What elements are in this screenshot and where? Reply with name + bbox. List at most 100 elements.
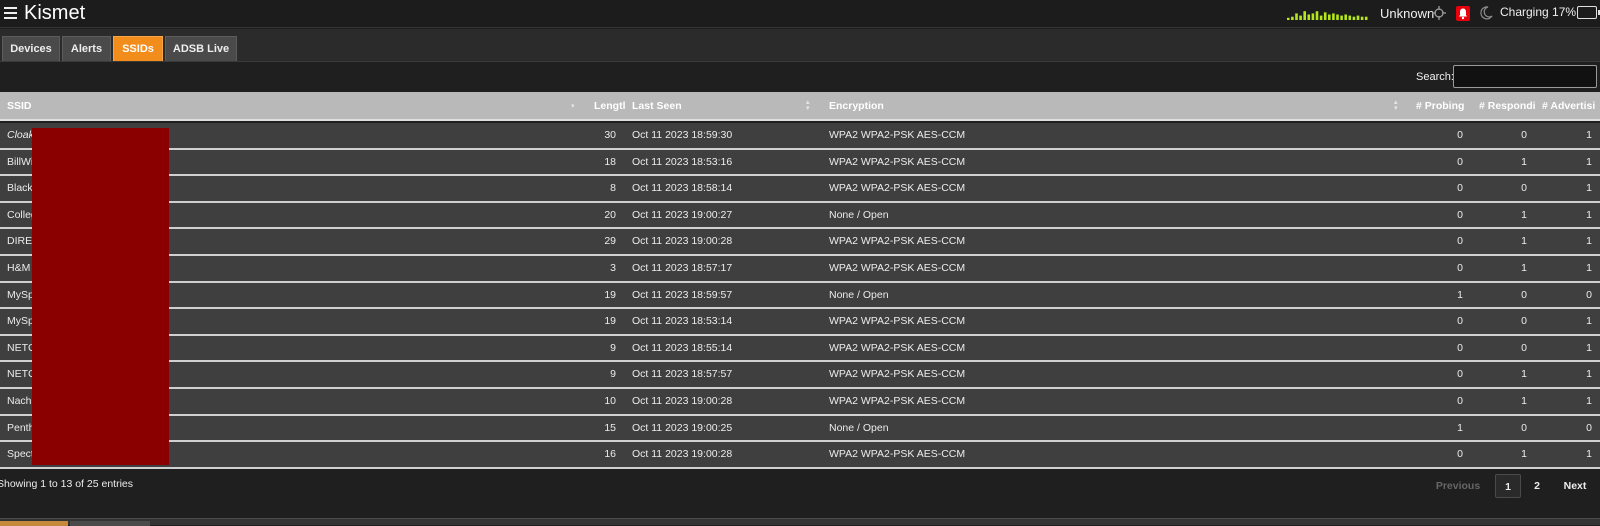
advertising-count-cell: 1 <box>1586 341 1592 354</box>
hamburger-menu-icon[interactable] <box>4 7 17 19</box>
responding-count-cell: 1 <box>1521 394 1527 407</box>
tab-alerts[interactable]: Alerts <box>62 36 111 61</box>
length-cell: 3 <box>610 261 616 274</box>
advertising-count-cell: 1 <box>1586 235 1592 248</box>
probing-count-cell: 1 <box>1457 288 1463 301</box>
column-header-encryption[interactable]: Encryption <box>829 92 1349 121</box>
table-row[interactable]: Black 8 Oct 11 2023 18:58:14 WPA2 WPA2-PSK … <box>0 176 1600 203</box>
probing-count-cell: 0 <box>1457 182 1463 195</box>
signal-activity-graph <box>1287 11 1368 20</box>
signal-bar <box>1307 14 1311 20</box>
encryption-cell: WPA2 WPA2-PSK AES-CCM <box>829 448 966 461</box>
pagination-page-1[interactable]: 1 <box>1495 474 1521 498</box>
pagination-next[interactable]: Next <box>1556 474 1594 498</box>
advertising-count-cell: 0 <box>1586 421 1592 434</box>
table-row[interactable]: H&M 3 Oct 11 2023 18:57:17 WPA2 WPA2-PSK AE… <box>0 255 1600 283</box>
signal-bar <box>1319 15 1323 20</box>
length-cell: 29 <box>604 235 616 248</box>
responding-count-cell: 1 <box>1521 235 1527 248</box>
tab-adsb-live[interactable]: ADSB Live <box>165 36 237 61</box>
signal-bar <box>1299 15 1302 20</box>
responding-count-cell: 1 <box>1521 448 1527 461</box>
last-seen-cell: Oct 11 2023 18:59:57 <box>632 288 733 301</box>
tab-devices[interactable]: Devices <box>2 36 60 61</box>
column-header-advertising[interactable]: # Advertisi <box>1542 92 1600 121</box>
table-row[interactable]: MySp 19 Oct 11 2023 18:59:57 None / Open 1 0 0 <box>0 282 1600 310</box>
signal-bar <box>1332 13 1335 20</box>
length-cell: 16 <box>604 448 616 461</box>
bell-icon[interactable] <box>1456 6 1470 21</box>
sort-both-icon[interactable]: ▴ ▾ <box>806 99 810 112</box>
column-header-probing[interactable]: # Probing <box>1416 92 1466 121</box>
length-cell: 30 <box>604 129 616 141</box>
table-row[interactable]: Spect 16 Oct 11 2023 19:00:28 WPA2 WPA2-PSK… <box>0 442 1600 469</box>
bottom-tab-active[interactable] <box>0 521 68 526</box>
pagination-page-2[interactable]: 2 <box>1524 474 1550 498</box>
signal-bar <box>1352 16 1356 20</box>
ssid-cell: MySp <box>7 288 33 301</box>
ssid-cell: H&M <box>7 261 31 274</box>
advertising-count-cell: 1 <box>1586 448 1592 461</box>
table-row[interactable]: Nach 10 Oct 11 2023 19:00:28 WPA2 WPA2-PSK … <box>0 388 1600 416</box>
table-row[interactable]: MySp 19 Oct 11 2023 18:53:14 WPA2 WPA2-PSK … <box>0 309 1600 336</box>
signal-bar <box>1340 15 1343 20</box>
bottom-panel-tabs <box>0 518 1600 526</box>
ssid-cell: Black <box>7 182 33 195</box>
last-seen-cell: Oct 11 2023 18:57:57 <box>632 368 733 381</box>
probing-count-cell: 0 <box>1457 368 1463 381</box>
responding-count-cell: 1 <box>1521 155 1527 168</box>
search-input[interactable] <box>1453 65 1597 88</box>
encryption-cell: WPA2 WPA2-PSK AES-CCM <box>829 315 966 328</box>
moon-icon[interactable] <box>1478 5 1494 21</box>
responding-count-cell: 0 <box>1521 288 1527 301</box>
table-row[interactable]: NETG 9 Oct 11 2023 18:55:14 WPA2 WPA2-PSK A… <box>0 335 1600 363</box>
column-header-ssid[interactable]: SSID <box>7 92 547 121</box>
sort-both-icon[interactable]: ▴ ▾ <box>1394 99 1398 112</box>
responding-count-cell: 1 <box>1521 208 1527 221</box>
responding-count-cell: 1 <box>1521 261 1527 274</box>
sort-desc-icon[interactable]: ▾ <box>571 103 575 110</box>
gps-status[interactable]: Unknown <box>1380 6 1434 21</box>
signal-bar <box>1287 17 1290 20</box>
pagination-previous[interactable]: Previous <box>1431 474 1485 498</box>
length-cell: 9 <box>610 341 616 354</box>
search-label: Search: <box>1416 71 1454 83</box>
probing-count-cell: 0 <box>1457 155 1463 168</box>
bottom-tab[interactable] <box>70 521 150 526</box>
table-row[interactable]: Colleg 20 Oct 11 2023 19:00:27 None / Open 0… <box>0 202 1600 230</box>
last-seen-cell: Oct 11 2023 18:53:14 <box>632 315 733 328</box>
last-seen-cell: Oct 11 2023 19:00:25 <box>632 421 733 434</box>
encryption-cell: None / Open <box>829 288 889 301</box>
table-body: Cloak 30 Oct 11 2023 18:59:30 WPA2 WPA2-PSK… <box>0 123 1600 469</box>
responding-count-cell: 0 <box>1521 315 1527 328</box>
encryption-cell: None / Open <box>829 421 889 434</box>
tab-ssids[interactable]: SSIDs <box>113 36 163 61</box>
length-cell: 19 <box>604 315 616 328</box>
probing-count-cell: 0 <box>1457 341 1463 354</box>
table-row[interactable]: Penth 15 Oct 11 2023 19:00:25 None / Open 1 0… <box>0 415 1600 443</box>
column-header-responding[interactable]: # Respondi <box>1479 92 1535 121</box>
table-row[interactable]: NETG 9 Oct 11 2023 18:57:57 WPA2 WPA2-PSK A… <box>0 362 1600 389</box>
table-row[interactable]: Cloak 30 Oct 11 2023 18:59:30 WPA2 WPA2-PSK… <box>0 123 1600 150</box>
table-row[interactable]: DIRE 29 Oct 11 2023 19:00:28 WPA2 WPA2-PSK … <box>0 229 1600 256</box>
encryption-cell: WPA2 WPA2-PSK AES-CCM <box>829 261 966 274</box>
column-header-last-seen[interactable]: Last Seen <box>632 92 802 121</box>
ssid-cell: Colleg <box>7 208 33 221</box>
length-cell: 20 <box>604 208 616 221</box>
ssid-cell: NETG <box>7 341 33 354</box>
length-cell: 9 <box>610 368 616 381</box>
column-header-length[interactable]: Lengtl <box>594 92 627 121</box>
length-cell: 8 <box>610 182 616 195</box>
ssid-cell: MySp <box>7 315 33 328</box>
crosshair-icon[interactable] <box>1432 6 1446 20</box>
table-footer: Showing 1 to 13 of 25 entries Previous 1… <box>0 470 1600 518</box>
table-info: Showing 1 to 13 of 25 entries <box>0 478 134 490</box>
advertising-count-cell: 1 <box>1586 315 1592 328</box>
probing-count-cell: 1 <box>1457 421 1463 434</box>
encryption-cell: None / Open <box>829 208 889 221</box>
app-title: Kismet <box>24 2 86 24</box>
table-row[interactable]: BillWi 18 Oct 11 2023 18:53:16 WPA2 WPA2-PS… <box>0 149 1600 177</box>
signal-bar <box>1291 16 1294 20</box>
signal-bar <box>1295 13 1298 20</box>
responding-count-cell: 0 <box>1521 129 1527 141</box>
